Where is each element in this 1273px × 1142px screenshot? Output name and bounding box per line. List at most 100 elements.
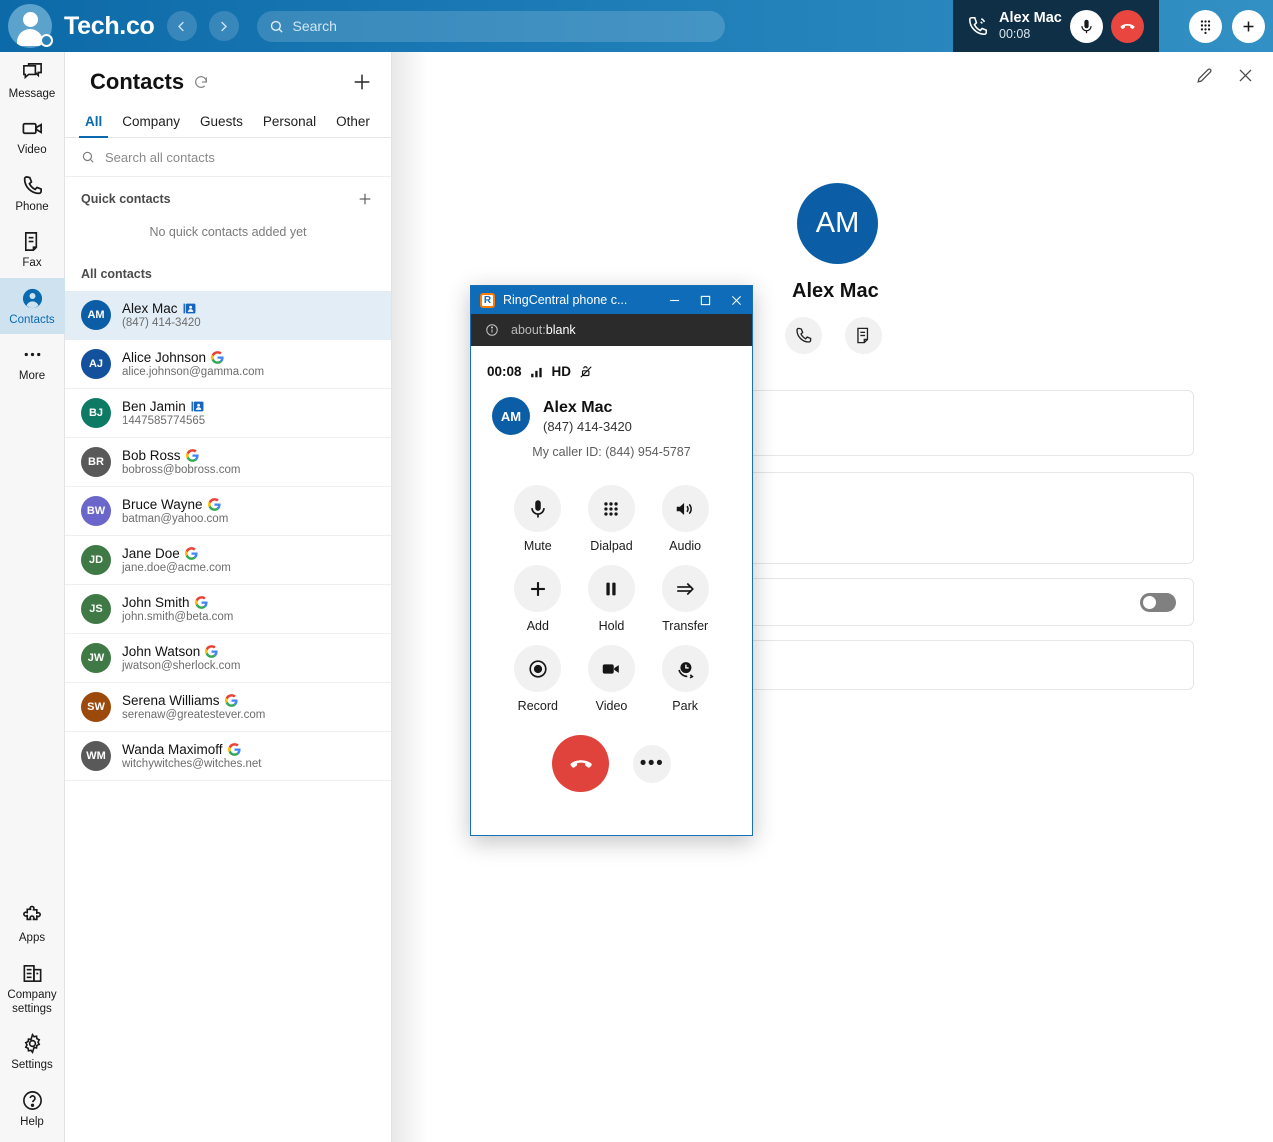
popup-hangup-button[interactable] — [552, 735, 609, 792]
detail-toggle-switch[interactable] — [1140, 593, 1176, 612]
contact-name-row: Jane Doe — [122, 546, 231, 561]
popup-title-bar[interactable]: R RingCentral phone c... — [471, 286, 752, 314]
sidebar-item-video[interactable]: Video — [0, 108, 65, 164]
contacts-panel: Contacts All Company Guests Personal Oth… — [65, 52, 392, 1142]
sidebar-item-message[interactable]: Message — [0, 52, 65, 108]
contact-list-item[interactable]: WMWanda Maximoffwitchywitches@witches.ne… — [65, 732, 391, 781]
popup-close-button[interactable] — [721, 286, 752, 314]
sidebar-item-more[interactable]: More — [0, 334, 65, 390]
dialpad-icon — [1197, 18, 1214, 35]
sidebar-label-phone: Phone — [15, 200, 48, 214]
minimize-button[interactable] — [659, 286, 690, 314]
record-icon — [527, 658, 549, 680]
contact-list-item[interactable]: JDJane Doejane.doe@acme.com — [65, 536, 391, 585]
tab-guests[interactable]: Guests — [190, 114, 253, 137]
sidebar-item-contacts[interactable]: Contacts — [0, 278, 65, 334]
contacts-search-placeholder: Search all contacts — [105, 150, 215, 165]
add-quick-contact-button[interactable] — [357, 191, 373, 207]
dialpad-icon — [600, 498, 622, 520]
chevron-left-icon — [174, 19, 189, 34]
control-mute[interactable]: Mute — [501, 485, 575, 553]
maximize-button[interactable] — [690, 286, 721, 314]
sidebar-item-settings[interactable]: Settings — [0, 1023, 65, 1079]
panel-shadow — [392, 52, 428, 1142]
search-icon — [81, 150, 95, 164]
plus-icon — [1240, 18, 1257, 35]
contact-list-item[interactable]: AMAlex Mac(847) 414-3420 — [65, 291, 391, 340]
control-video-circle — [588, 645, 635, 692]
control-hold[interactable]: Hold — [575, 565, 649, 633]
search-placeholder: Search — [293, 18, 337, 34]
contact-list-item[interactable]: BWBruce Waynebatman@yahoo.com — [65, 487, 391, 536]
contact-name-row: Serena Williams — [122, 693, 265, 708]
contacts-search-input[interactable]: Search all contacts — [65, 138, 391, 177]
contact-list-item[interactable]: AJAlice Johnsonalice.johnson@gamma.com — [65, 340, 391, 389]
control-audio[interactable]: Audio — [648, 485, 722, 553]
pencil-icon[interactable] — [1195, 66, 1214, 85]
contact-name: John Watson — [122, 644, 200, 659]
detail-call-button[interactable] — [785, 317, 822, 354]
tab-personal[interactable]: Personal — [253, 114, 326, 137]
contact-text: Jane Doejane.doe@acme.com — [122, 546, 231, 574]
maximize-icon — [700, 295, 711, 306]
detail-note-button[interactable] — [845, 317, 882, 354]
sidebar-item-help[interactable]: Help — [0, 1080, 65, 1136]
contact-name: John Smith — [122, 595, 190, 610]
sidebar-item-company-settings[interactable]: Company settings — [0, 953, 65, 1024]
search-input[interactable]: Search — [257, 11, 725, 42]
control-video[interactable]: Video — [575, 645, 649, 713]
control-park[interactable]: Park — [648, 645, 722, 713]
contact-name: Ben Jamin — [122, 399, 186, 414]
contact-list-item[interactable]: BRBob Rossbobross@bobross.com — [65, 438, 391, 487]
control-hold-label: Hold — [599, 619, 625, 633]
video-camera-icon — [600, 658, 622, 680]
active-call-bar: Alex Mac 00:08 — [953, 0, 1159, 52]
sidebar-item-apps[interactable]: Apps — [0, 896, 65, 952]
popup-avatar: AM — [492, 397, 530, 435]
control-record[interactable]: Record — [501, 645, 575, 713]
contact-text: John Smithjohn.smith@beta.com — [122, 595, 233, 623]
header-dialpad-button[interactable] — [1189, 10, 1222, 43]
contact-list-item[interactable]: JWJohn Watsonjwatson@sherlock.com — [65, 634, 391, 683]
toggle-knob — [1143, 596, 1156, 609]
note-icon — [854, 326, 873, 345]
contact-subtitle: serenaw@greatestever.com — [122, 709, 265, 721]
tab-company[interactable]: Company — [112, 114, 190, 137]
back-button[interactable] — [167, 11, 197, 41]
popup-address-bar[interactable]: about:blank — [471, 314, 752, 346]
popup-more-button[interactable]: ••• — [633, 745, 671, 783]
sidebar-label-apps: Apps — [19, 931, 45, 945]
control-add[interactable]: Add — [501, 565, 575, 633]
add-contact-button[interactable] — [351, 71, 373, 93]
google-source-icon — [228, 743, 241, 756]
detail-avatar: AM — [797, 183, 878, 264]
header-hangup-button[interactable] — [1111, 10, 1144, 43]
contact-list-item[interactable]: JSJohn Smithjohn.smith@beta.com — [65, 585, 391, 634]
sidebar-label-help: Help — [20, 1115, 44, 1129]
close-icon[interactable] — [1236, 66, 1255, 85]
google-source-icon — [205, 645, 218, 658]
message-icon — [21, 61, 44, 84]
header-add-button[interactable] — [1232, 10, 1265, 43]
control-transfer[interactable]: Transfer — [648, 565, 722, 633]
sidebar-label-video: Video — [17, 143, 46, 157]
control-dialpad[interactable]: Dialpad — [575, 485, 649, 553]
header-mute-button[interactable] — [1070, 10, 1103, 43]
question-circle-icon — [21, 1089, 44, 1112]
popup-contact-number: (847) 414-3420 — [543, 419, 632, 434]
refresh-icon[interactable] — [193, 74, 209, 90]
contact-text: Bob Rossbobross@bobross.com — [122, 448, 240, 476]
control-park-circle — [662, 645, 709, 692]
contact-list-item[interactable]: BJBen Jamin1447585774565 — [65, 389, 391, 438]
contact-list-item[interactable]: SWSerena Williamsserenaw@greatestever.co… — [65, 683, 391, 732]
phone-icon — [21, 174, 44, 197]
company-card-icon — [191, 400, 204, 413]
contact-subtitle: (847) 414-3420 — [122, 317, 201, 329]
tab-all[interactable]: All — [75, 114, 112, 137]
forward-button[interactable] — [209, 11, 239, 41]
sidebar-item-phone[interactable]: Phone — [0, 165, 65, 221]
sidebar-label-message: Message — [9, 87, 56, 101]
tab-other[interactable]: Other — [326, 114, 380, 137]
sidebar-item-fax[interactable]: Fax — [0, 221, 65, 277]
search-icon — [269, 19, 284, 34]
